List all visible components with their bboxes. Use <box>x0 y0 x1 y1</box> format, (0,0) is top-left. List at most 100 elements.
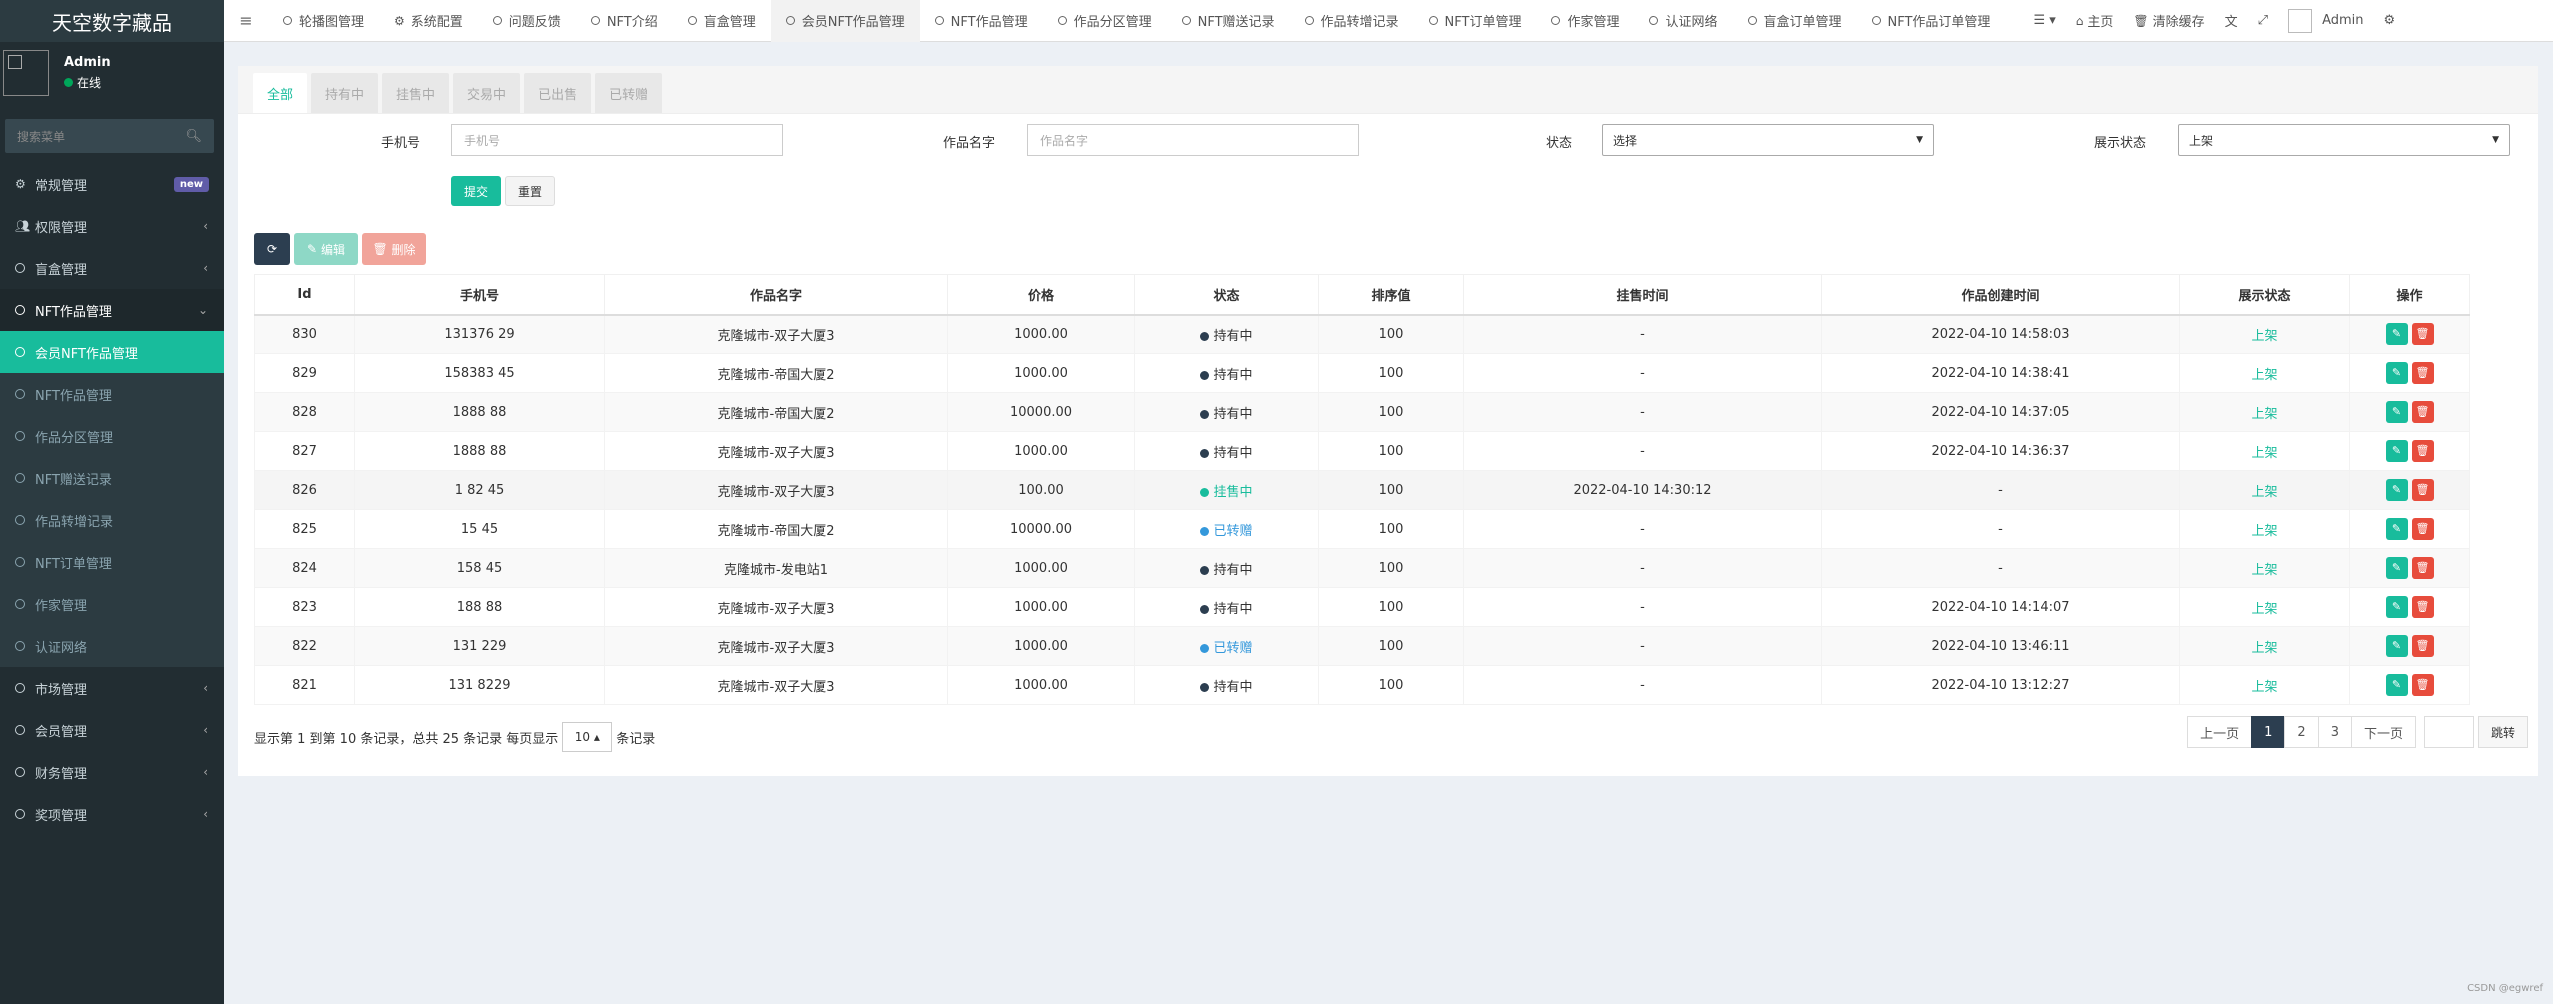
row-edit-button[interactable]: ✎ <box>2385 635 2408 657</box>
col-header-phone[interactable]: 手机号 <box>354 274 605 316</box>
prev-page-button[interactable]: 上一页 <box>2187 716 2253 748</box>
display-status-link[interactable]: 上架 <box>2251 563 2277 578</box>
row-delete-button[interactable]: 🗑︎ <box>2411 635 2434 657</box>
table-row[interactable]: 821 131 8229 克隆城市-双子大厦3 1000.00 持有中 100-2022-… <box>254 665 2470 705</box>
table-row[interactable]: 830 131376 29 克隆城市-双子大厦3 1000.00 持有中 100-2022… <box>254 314 2470 354</box>
tab-system-config[interactable]: ⚙ 系统配置 <box>379 0 478 42</box>
tab-nft-work-order[interactable]: NFT作品订单管理 <box>1857 0 2006 42</box>
refresh-button[interactable]: ⟳ <box>254 233 290 265</box>
display-status-link[interactable]: 上架 <box>2251 680 2277 695</box>
tab-nft-order[interactable]: NFT订单管理 <box>1414 0 1537 42</box>
col-header-sell-time[interactable]: 挂售时间 <box>1463 274 1822 316</box>
clear-cache-button[interactable]: 🗑︎ 清除缓存 <box>2123 11 2214 31</box>
sidebar-item-permission[interactable]: 👥︎ 权限管理 ‹ <box>0 205 224 247</box>
tab-gift-record[interactable]: NFT赠送记录 <box>1167 0 1290 42</box>
sidebar-item-nft-works[interactable]: NFT作品管理 ⌄ <box>0 289 224 331</box>
display-status-link[interactable]: 上架 <box>2251 446 2277 461</box>
row-edit-button[interactable]: ✎ <box>2385 674 2408 696</box>
row-delete-button[interactable]: 🗑︎ <box>2411 479 2434 501</box>
tab-blindbox[interactable]: 盲盒管理 <box>673 0 771 42</box>
sidebar-item-author[interactable]: 作家管理 <box>0 583 224 625</box>
sidebar-item-market[interactable]: 市场管理 ‹ <box>0 667 224 709</box>
row-edit-button[interactable]: ✎ <box>2385 518 2408 540</box>
fullscreen-button[interactable]: ⤢ <box>2248 13 2278 28</box>
table-row[interactable]: 825 15 45 克隆城市-帝国大厦2 10000.00 已转赠 100- - 上架 ✎ 🗑︎ <box>254 509 2470 549</box>
display-status-link[interactable]: 上架 <box>2251 407 2277 422</box>
display-status-link[interactable]: 上架 <box>2251 329 2277 344</box>
sidebar-item-general[interactable]: ⚙ 常规管理 new <box>0 163 224 205</box>
row-edit-button[interactable]: ✎ <box>2385 557 2408 579</box>
tab-cert-network[interactable]: 认证网络 <box>1634 0 1732 42</box>
settings-button[interactable]: ⚙ <box>2374 13 2406 28</box>
row-edit-button[interactable]: ✎ <box>2385 401 2408 423</box>
display-status-link[interactable]: 上架 <box>2251 524 2277 539</box>
menu-toggle-icon[interactable]: ≡ <box>224 11 268 30</box>
cell-display[interactable]: 上架 <box>2179 665 2350 705</box>
row-delete-button[interactable]: 🗑︎ <box>2411 674 2434 696</box>
col-header-created[interactable]: 作品创建时间 <box>1821 274 2180 316</box>
page-3-button[interactable]: 3 <box>2317 716 2352 748</box>
row-delete-button[interactable]: 🗑︎ <box>2411 557 2434 579</box>
sidebar-item-nft-manage[interactable]: NFT作品管理 <box>0 373 224 415</box>
language-button[interactable]: 文 <box>2215 11 2248 30</box>
cell-display[interactable]: 上架 <box>2179 470 2350 510</box>
tab-transferred[interactable]: 已转赠 <box>595 73 663 113</box>
cell-display[interactable]: 上架 <box>2179 431 2350 471</box>
search-icon[interactable]: 🔍︎ <box>185 129 202 144</box>
admin-menu[interactable]: Admin <box>2278 8 2373 33</box>
row-edit-button[interactable]: ✎ <box>2385 479 2408 501</box>
tab-blindbox-order[interactable]: 盲盒订单管理 <box>1733 0 1857 42</box>
col-header-id[interactable]: Id <box>254 274 355 316</box>
cell-display[interactable]: 上架 <box>2179 509 2350 549</box>
phone-input[interactable]: 手机号 <box>451 124 783 156</box>
work-name-input[interactable]: 作品名字 <box>1027 124 1359 156</box>
row-delete-button[interactable]: 🗑︎ <box>2411 440 2434 462</box>
tab-on-sale[interactable]: 挂售中 <box>382 73 450 113</box>
tab-sold[interactable]: 已出售 <box>524 73 592 113</box>
table-row[interactable]: 822 131 229 克隆城市-双子大厦3 1000.00 已转赠 100-2022-0… <box>254 626 2470 666</box>
tab-all[interactable]: 全部 <box>253 73 308 113</box>
sidebar-item-gift-record[interactable]: NFT赠送记录 <box>0 457 224 499</box>
sidebar-item-nft-order[interactable]: NFT订单管理 <box>0 541 224 583</box>
cell-display[interactable]: 上架 <box>2179 392 2350 432</box>
page-size-select[interactable]: 10 ▴ <box>562 722 613 752</box>
row-delete-button[interactable]: 🗑︎ <box>2411 362 2434 384</box>
sidebar-item-member-nft[interactable]: 会员NFT作品管理 <box>0 331 224 373</box>
tab-nft-intro[interactable]: NFT介绍 <box>576 0 673 42</box>
edit-button[interactable]: ✎ 编辑 <box>294 233 358 265</box>
submit-button[interactable]: 提交 <box>451 176 501 206</box>
row-edit-button[interactable]: ✎ <box>2385 440 2408 462</box>
col-header-work-name[interactable]: 作品名字 <box>604 274 948 316</box>
table-row[interactable]: 826 1 82 45 克隆城市-双子大厦3 100.00 挂售中 100 2022-04-… <box>254 470 2470 510</box>
col-header-display[interactable]: 展示状态 <box>2179 274 2350 316</box>
jump-page-input[interactable] <box>2423 716 2474 748</box>
page-1-button[interactable]: 1 <box>2251 716 2286 748</box>
sidebar-item-member[interactable]: 会员管理 ‹ <box>0 709 224 751</box>
tab-nft-works[interactable]: NFT作品管理 <box>920 0 1043 42</box>
sidebar-item-finance[interactable]: 财务管理 ‹ <box>0 751 224 793</box>
page-2-button[interactable]: 2 <box>2284 716 2319 748</box>
cell-display[interactable]: 上架 <box>2179 548 2350 588</box>
jump-button[interactable]: 跳转 <box>2477 716 2528 748</box>
row-edit-button[interactable]: ✎ <box>2385 323 2408 346</box>
col-header-price[interactable]: 价格 <box>947 274 1135 316</box>
tab-partition[interactable]: 作品分区管理 <box>1043 0 1167 42</box>
sidebar-item-award[interactable]: 奖项管理 ‹ <box>0 793 224 835</box>
row-delete-button[interactable]: 🗑︎ <box>2411 401 2434 423</box>
table-row[interactable]: 824 158 45 克隆城市-发电站1 1000.00 持有中 100- - 上架 ✎ 🗑︎ <box>254 548 2470 588</box>
status-select[interactable]: 选择 ▼ <box>1602 124 1934 156</box>
tabs-dropdown-button[interactable]: ☰ ▾ <box>2023 13 2065 28</box>
sidebar-item-transfer-record[interactable]: 作品转增记录 <box>0 499 224 541</box>
cell-display[interactable]: 上架 <box>2179 314 2350 354</box>
col-header-status[interactable]: 状态 <box>1134 274 1319 316</box>
tab-holding[interactable]: 持有中 <box>311 73 379 113</box>
tab-member-nft[interactable]: 会员NFT作品管理 <box>770 0 920 42</box>
tab-author[interactable]: 作家管理 <box>1536 0 1634 42</box>
display-status-link[interactable]: 上架 <box>2251 641 2277 656</box>
table-row[interactable]: 827 1888 88 克隆城市-双子大厦3 1000.00 持有中 100-2022-0… <box>254 431 2470 471</box>
tab-carousel[interactable]: 轮播图管理 <box>268 0 379 42</box>
display-status-link[interactable]: 上架 <box>2251 368 2277 383</box>
row-delete-button[interactable]: 🗑︎ <box>2411 323 2434 346</box>
display-status-select[interactable]: 上架 ▼ <box>2178 124 2510 156</box>
reset-button[interactable]: 重置 <box>505 176 555 206</box>
